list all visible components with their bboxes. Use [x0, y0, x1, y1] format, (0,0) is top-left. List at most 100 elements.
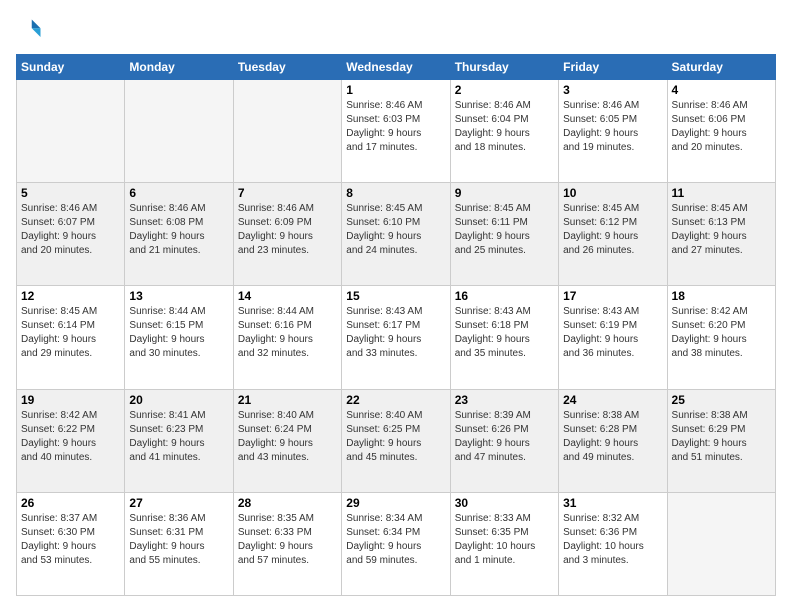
calendar-cell: 19 Sunrise: 8:42 AM Sunset: 6:22 PM Dayli…	[17, 389, 125, 492]
day-number: 1	[346, 83, 445, 97]
calendar-cell: 5 Sunrise: 8:46 AM Sunset: 6:07 PM Daylig…	[17, 183, 125, 286]
day-info: Sunrise: 8:46 AM Sunset: 6:04 PM Dayligh…	[455, 99, 554, 155]
day-info: Sunrise: 8:33 AM Sunset: 6:35 PM Dayligh…	[455, 512, 554, 568]
day-info: Sunrise: 8:32 AM Sunset: 6:36 PM Dayligh…	[563, 512, 662, 568]
day-number: 26	[21, 496, 120, 510]
day-number: 10	[563, 186, 662, 200]
day-number: 17	[563, 289, 662, 303]
day-info: Sunrise: 8:42 AM Sunset: 6:22 PM Dayligh…	[21, 409, 120, 465]
calendar-cell: 28 Sunrise: 8:35 AM Sunset: 6:33 PM Dayli…	[233, 492, 341, 595]
calendar-header-thursday: Thursday	[450, 55, 558, 80]
calendar-cell: 26 Sunrise: 8:37 AM Sunset: 6:30 PM Dayli…	[17, 492, 125, 595]
day-info: Sunrise: 8:37 AM Sunset: 6:30 PM Dayligh…	[21, 512, 120, 568]
day-number: 22	[346, 393, 445, 407]
day-info: Sunrise: 8:39 AM Sunset: 6:26 PM Dayligh…	[455, 409, 554, 465]
calendar-header-friday: Friday	[559, 55, 667, 80]
calendar-cell: 27 Sunrise: 8:36 AM Sunset: 6:31 PM Dayli…	[125, 492, 233, 595]
day-number: 25	[672, 393, 771, 407]
day-number: 13	[129, 289, 228, 303]
calendar-header-sunday: Sunday	[17, 55, 125, 80]
day-number: 30	[455, 496, 554, 510]
calendar-cell: 16 Sunrise: 8:43 AM Sunset: 6:18 PM Dayli…	[450, 286, 558, 389]
day-number: 31	[563, 496, 662, 510]
day-info: Sunrise: 8:34 AM Sunset: 6:34 PM Dayligh…	[346, 512, 445, 568]
calendar-header-saturday: Saturday	[667, 55, 775, 80]
calendar-cell: 9 Sunrise: 8:45 AM Sunset: 6:11 PM Daylig…	[450, 183, 558, 286]
day-number: 27	[129, 496, 228, 510]
calendar-cell: 2Sunrise: 8:46 AM Sunset: 6:04 PM Daylig…	[450, 80, 558, 183]
calendar-header-wednesday: Wednesday	[342, 55, 450, 80]
logo	[16, 16, 48, 44]
day-number: 8	[346, 186, 445, 200]
day-number: 19	[21, 393, 120, 407]
calendar-header-tuesday: Tuesday	[233, 55, 341, 80]
day-number: 7	[238, 186, 337, 200]
calendar-cell: 4 Sunrise: 8:46 AM Sunset: 6:06 PM Daylig…	[667, 80, 775, 183]
calendar-table: SundayMondayTuesdayWednesdayThursdayFrid…	[16, 54, 776, 596]
calendar-week-row: 5 Sunrise: 8:46 AM Sunset: 6:07 PM Daylig…	[17, 183, 776, 286]
logo-icon	[16, 16, 44, 44]
day-info: Sunrise: 8:38 AM Sunset: 6:29 PM Dayligh…	[672, 409, 771, 465]
day-number: 5	[21, 186, 120, 200]
calendar-cell	[17, 80, 125, 183]
calendar-cell: 12 Sunrise: 8:45 AM Sunset: 6:14 PM Dayli…	[17, 286, 125, 389]
calendar-cell: 29 Sunrise: 8:34 AM Sunset: 6:34 PM Dayli…	[342, 492, 450, 595]
day-number: 11	[672, 186, 771, 200]
day-number: 29	[346, 496, 445, 510]
day-info: Sunrise: 8:46 AM Sunset: 6:09 PM Dayligh…	[238, 202, 337, 258]
day-info: Sunrise: 8:45 AM Sunset: 6:11 PM Dayligh…	[455, 202, 554, 258]
calendar-cell: 20 Sunrise: 8:41 AM Sunset: 6:23 PM Dayli…	[125, 389, 233, 492]
calendar-cell: 3 Sunrise: 8:46 AM Sunset: 6:05 PM Daylig…	[559, 80, 667, 183]
day-number: 24	[563, 393, 662, 407]
day-number: 3	[563, 83, 662, 97]
calendar-cell: 15Sunrise: 8:43 AM Sunset: 6:17 PM Dayli…	[342, 286, 450, 389]
day-number: 20	[129, 393, 228, 407]
day-info: Sunrise: 8:43 AM Sunset: 6:17 PM Dayligh…	[346, 305, 445, 361]
day-number: 12	[21, 289, 120, 303]
day-number: 9	[455, 186, 554, 200]
calendar-cell: 6 Sunrise: 8:46 AM Sunset: 6:08 PM Daylig…	[125, 183, 233, 286]
day-number: 16	[455, 289, 554, 303]
day-info: Sunrise: 8:43 AM Sunset: 6:19 PM Dayligh…	[563, 305, 662, 361]
day-info: Sunrise: 8:45 AM Sunset: 6:10 PM Dayligh…	[346, 202, 445, 258]
calendar-cell: 25 Sunrise: 8:38 AM Sunset: 6:29 PM Dayli…	[667, 389, 775, 492]
day-info: Sunrise: 8:43 AM Sunset: 6:18 PM Dayligh…	[455, 305, 554, 361]
day-info: Sunrise: 8:40 AM Sunset: 6:25 PM Dayligh…	[346, 409, 445, 465]
day-number: 4	[672, 83, 771, 97]
day-info: Sunrise: 8:45 AM Sunset: 6:14 PM Dayligh…	[21, 305, 120, 361]
calendar-cell	[233, 80, 341, 183]
calendar-cell	[125, 80, 233, 183]
calendar-cell	[667, 492, 775, 595]
day-number: 18	[672, 289, 771, 303]
day-info: Sunrise: 8:46 AM Sunset: 6:07 PM Dayligh…	[21, 202, 120, 258]
day-info: Sunrise: 8:35 AM Sunset: 6:33 PM Dayligh…	[238, 512, 337, 568]
day-info: Sunrise: 8:46 AM Sunset: 6:05 PM Dayligh…	[563, 99, 662, 155]
day-number: 23	[455, 393, 554, 407]
day-info: Sunrise: 8:46 AM Sunset: 6:06 PM Dayligh…	[672, 99, 771, 155]
calendar-header-row: SundayMondayTuesdayWednesdayThursdayFrid…	[17, 55, 776, 80]
day-info: Sunrise: 8:46 AM Sunset: 6:03 PM Dayligh…	[346, 99, 445, 155]
calendar-cell: 1 Sunrise: 8:46 AM Sunset: 6:03 PM Daylig…	[342, 80, 450, 183]
calendar-cell: 8 Sunrise: 8:45 AM Sunset: 6:10 PM Daylig…	[342, 183, 450, 286]
day-info: Sunrise: 8:38 AM Sunset: 6:28 PM Dayligh…	[563, 409, 662, 465]
calendar-cell: 31 Sunrise: 8:32 AM Sunset: 6:36 PM Dayli…	[559, 492, 667, 595]
day-number: 14	[238, 289, 337, 303]
calendar-cell: 7 Sunrise: 8:46 AM Sunset: 6:09 PM Daylig…	[233, 183, 341, 286]
day-info: Sunrise: 8:44 AM Sunset: 6:15 PM Dayligh…	[129, 305, 228, 361]
day-number: 28	[238, 496, 337, 510]
day-number: 21	[238, 393, 337, 407]
calendar-cell: 21Sunrise: 8:40 AM Sunset: 6:24 PM Dayli…	[233, 389, 341, 492]
day-info: Sunrise: 8:36 AM Sunset: 6:31 PM Dayligh…	[129, 512, 228, 568]
calendar-cell: 30 Sunrise: 8:33 AM Sunset: 6:35 PM Dayli…	[450, 492, 558, 595]
day-info: Sunrise: 8:42 AM Sunset: 6:20 PM Dayligh…	[672, 305, 771, 361]
calendar-week-row: 19 Sunrise: 8:42 AM Sunset: 6:22 PM Dayli…	[17, 389, 776, 492]
day-number: 6	[129, 186, 228, 200]
day-info: Sunrise: 8:46 AM Sunset: 6:08 PM Dayligh…	[129, 202, 228, 258]
day-info: Sunrise: 8:41 AM Sunset: 6:23 PM Dayligh…	[129, 409, 228, 465]
calendar-cell: 10Sunrise: 8:45 AM Sunset: 6:12 PM Dayli…	[559, 183, 667, 286]
calendar-cell: 14Sunrise: 8:44 AM Sunset: 6:16 PM Dayli…	[233, 286, 341, 389]
calendar-week-row: 12 Sunrise: 8:45 AM Sunset: 6:14 PM Dayli…	[17, 286, 776, 389]
calendar-cell: 13 Sunrise: 8:44 AM Sunset: 6:15 PM Dayli…	[125, 286, 233, 389]
calendar-cell: 18 Sunrise: 8:42 AM Sunset: 6:20 PM Dayli…	[667, 286, 775, 389]
calendar-header-monday: Monday	[125, 55, 233, 80]
